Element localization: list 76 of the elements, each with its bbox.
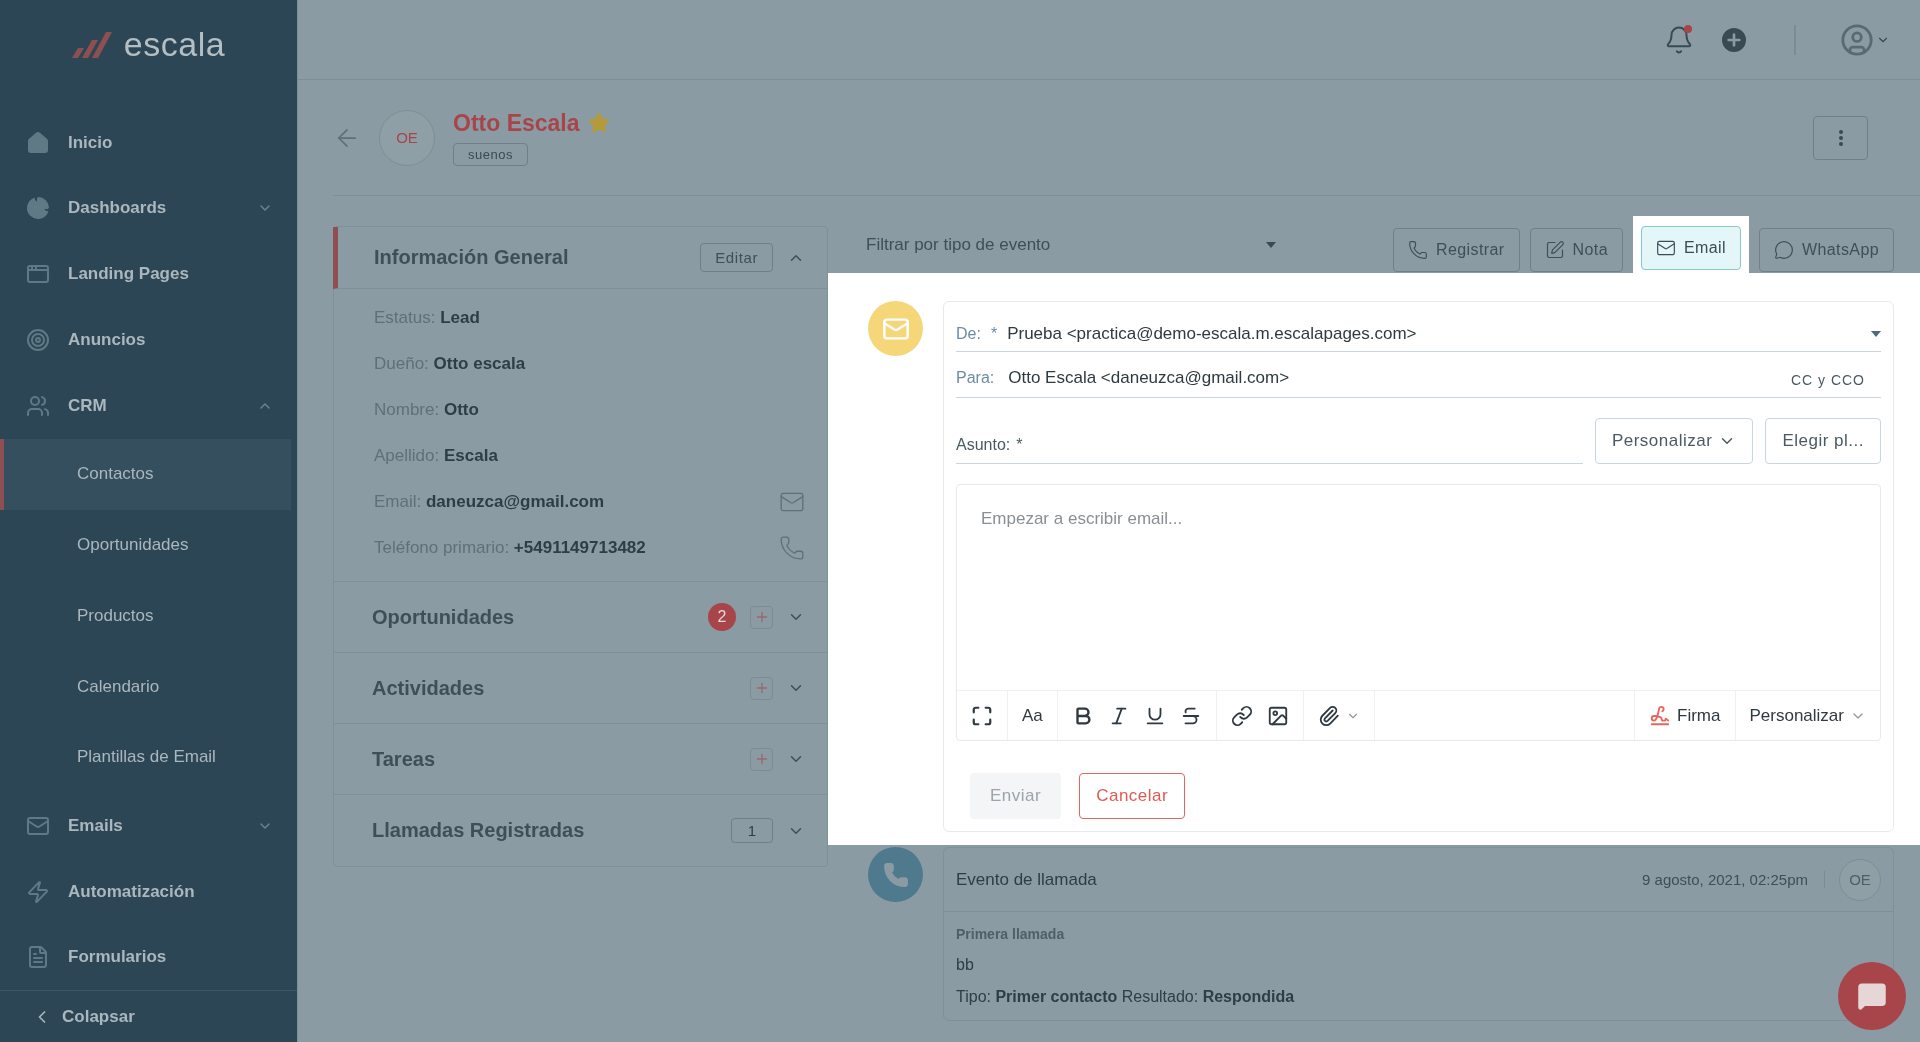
envelope-icon	[1655, 238, 1676, 258]
subject-field[interactable]: Asunto: *	[956, 418, 1583, 464]
paperclip-icon[interactable]	[1317, 704, 1360, 727]
brand-name: escala	[123, 25, 226, 65]
event-type-filter[interactable]: Filtrar por tipo de evento	[866, 234, 1282, 255]
sidebar-item[interactable]: Anuncios	[0, 307, 297, 373]
cancel-button[interactable]: Cancelar	[1079, 773, 1186, 819]
action-tab[interactable]: WhatsApp	[1759, 228, 1894, 272]
section-title: Tareas	[372, 747, 436, 771]
target-icon	[26, 328, 50, 353]
contact-tag: suenos	[453, 142, 528, 166]
field-label: De:	[956, 324, 981, 343]
sidebar-subitem[interactable]: Contactos	[0, 438, 291, 510]
lightning-icon	[26, 879, 50, 904]
edit-button[interactable]: Editar	[700, 243, 773, 272]
sidebar-item[interactable]: Formularios	[0, 924, 297, 991]
phone-icon[interactable]	[779, 535, 805, 561]
pie-chart-icon	[26, 196, 50, 221]
signature-icon	[1649, 704, 1672, 727]
pencil-square-icon	[1544, 240, 1565, 260]
link-icon[interactable]	[1230, 704, 1253, 727]
personalize-dropdown[interactable]: Personalizar	[1749, 705, 1866, 726]
sidebar-item[interactable]: Inicio	[0, 109, 297, 176]
event-title: Evento de llamada	[956, 869, 1098, 890]
body-placeholder: Empezar a escribir email...	[981, 509, 1183, 528]
owner-avatar: OE	[1839, 858, 1881, 901]
sidebar-item[interactable]: Dashboards	[0, 175, 297, 242]
field-label: Para:	[956, 368, 995, 387]
action-tab[interactable]: Registrar	[1393, 228, 1520, 272]
recipient-field[interactable]: Otto Escala <daneuzca@gmail.com>	[1008, 367, 1741, 388]
section-title: Actividades	[372, 676, 486, 700]
sidebar-item[interactable]: Emails	[0, 792, 297, 859]
personalize-dropdown[interactable]: Personalizar	[1594, 418, 1754, 464]
cc-bcc-link[interactable]: CC y CCO	[1741, 372, 1881, 398]
email-editor[interactable]: Empezar a escribir email... Aa Firma Personalizar	[956, 484, 1881, 741]
required-mark: *	[990, 324, 998, 343]
event-note: bb	[956, 956, 975, 974]
user-avatar[interactable]	[1840, 22, 1890, 57]
event-subtitle: Primera llamada	[956, 926, 1066, 942]
action-tab[interactable]: Nota	[1529, 228, 1623, 272]
sidebar-subitem[interactable]: Productos	[0, 580, 291, 652]
section-title: Llamadas Registradas	[372, 819, 586, 842]
kebab-icon	[1838, 129, 1843, 146]
fullscreen-icon[interactable]	[971, 704, 993, 727]
contact-avatar: OE	[379, 109, 435, 166]
font-size-button[interactable]: Aa	[1022, 705, 1043, 726]
chat-bubble-icon	[1774, 240, 1794, 260]
event-date: 9 agosto, 2021, 02:25pm	[1642, 871, 1825, 888]
event-details: Tipo: Primer contacto Resultado: Respondida	[956, 988, 1296, 1006]
sidebar-item[interactable]: CRM	[0, 373, 297, 439]
phone-event-icon	[868, 847, 923, 902]
sender-field[interactable]: Prueba <practica@demo-escala.m.escalapages.com>	[1007, 323, 1861, 344]
action-tab[interactable]: Email	[1640, 226, 1741, 270]
dropdown-caret-icon[interactable]	[1871, 330, 1881, 337]
email-event-icon	[868, 301, 923, 356]
form-icon	[26, 945, 50, 970]
people-icon	[26, 393, 50, 418]
contact-name: Otto Escala	[453, 109, 580, 137]
home-icon	[26, 130, 50, 155]
sidebar-item[interactable]: Automatización	[0, 858, 297, 925]
section-title: Oportunidades	[372, 605, 516, 629]
collapse-button[interactable]: Colapsar	[0, 990, 297, 1042]
chat-bubble-icon	[1857, 981, 1887, 1011]
star-icon[interactable]	[587, 112, 610, 134]
sidebar-subitem[interactable]: Plantillas de Email	[0, 722, 291, 793]
signature-button[interactable]: Firma	[1649, 704, 1721, 727]
notification-bell-icon[interactable]	[1664, 24, 1694, 55]
sidebar-item[interactable]: Landing Pages	[0, 241, 297, 308]
image-icon[interactable]	[1266, 704, 1289, 727]
count-badge: 2	[708, 603, 736, 631]
phone-icon	[1408, 240, 1429, 260]
panel-title: Información General	[374, 246, 570, 269]
template-button[interactable]: Elegir pl...	[1765, 418, 1881, 464]
count-label: 1	[730, 818, 773, 843]
sidebar-subitem[interactable]: Calendario	[0, 651, 291, 722]
sidebar-subitem[interactable]: Oportunidades	[0, 509, 291, 581]
